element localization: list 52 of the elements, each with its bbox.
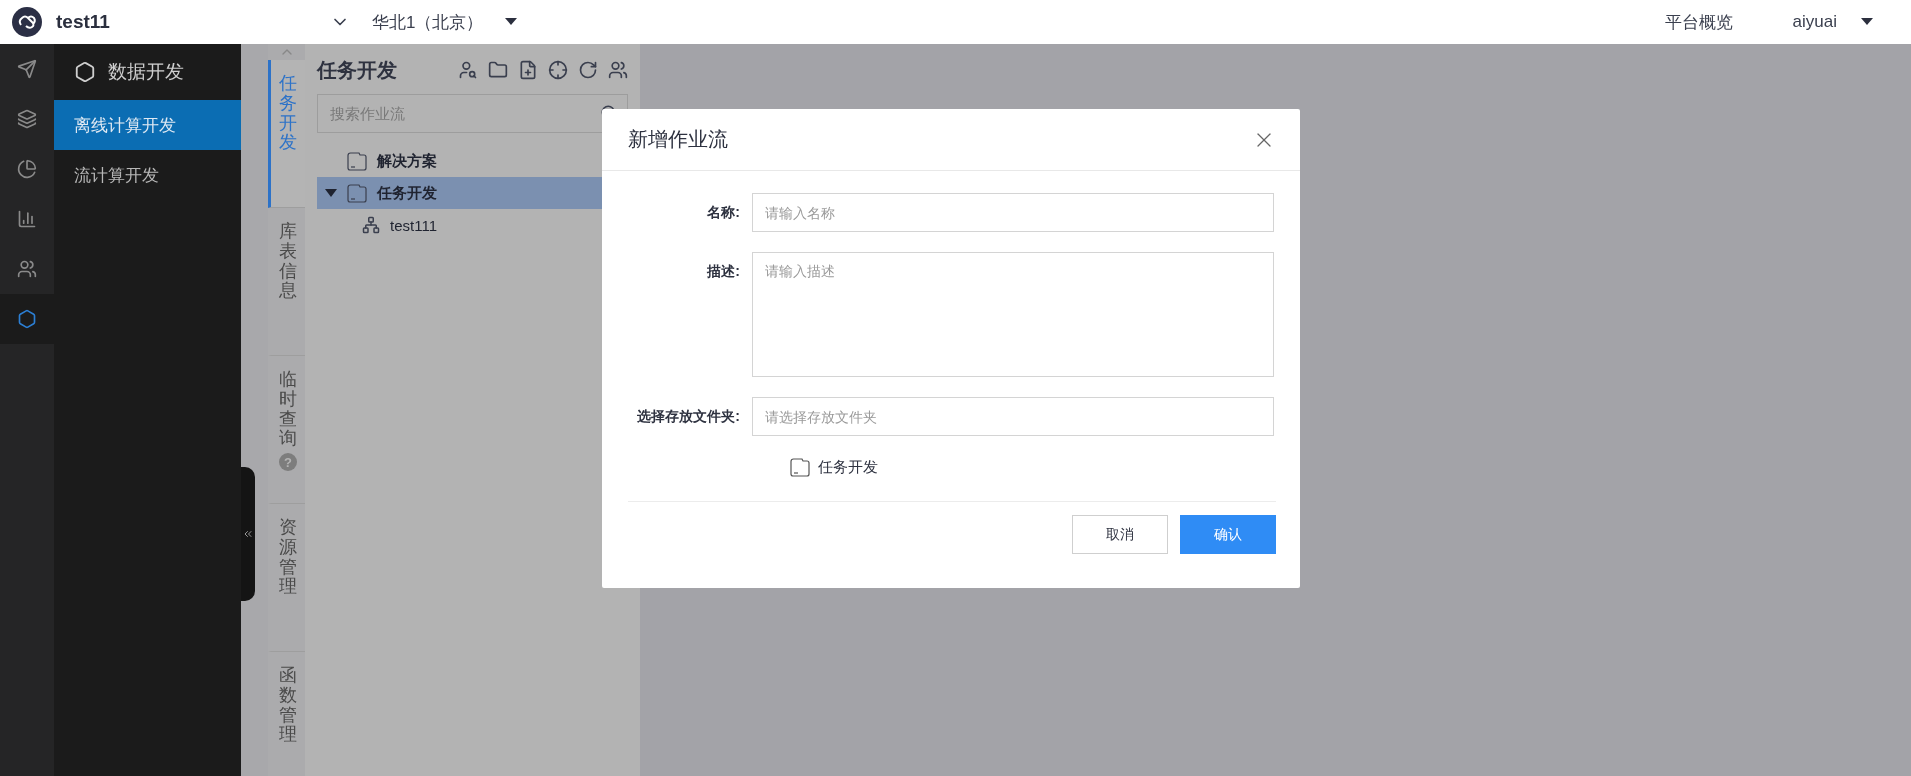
region-selector[interactable]: 华北1（北京）: [371, 10, 484, 34]
panel-title: 任务开发: [317, 57, 397, 83]
crosshair-icon[interactable]: [548, 60, 568, 80]
cancel-button[interactable]: 取消: [1072, 515, 1168, 554]
side-tab-label: 函数管理: [279, 666, 297, 746]
collapse-handle[interactable]: [241, 467, 255, 601]
hexagon-icon: [74, 61, 96, 83]
double-chevron-left-icon[interactable]: [242, 528, 254, 540]
sidebar-item[interactable]: 流计算开发: [54, 150, 241, 200]
textarea-field[interactable]: 请输入描述: [752, 252, 1274, 377]
folder-icon: [790, 458, 810, 477]
user-name[interactable]: aiyuai: [1792, 12, 1837, 32]
field-label: 描述:: [706, 262, 740, 281]
app-name: test11: [56, 11, 110, 33]
people-icon[interactable]: [608, 60, 628, 80]
layers-icon[interactable]: [17, 109, 37, 129]
sidebar-title: 数据开发: [108, 60, 184, 84]
side-tab-label: 库表信息: [279, 222, 297, 302]
caret-icon[interactable]: [1861, 18, 1873, 26]
bar-chart-icon[interactable]: [17, 209, 37, 229]
folder-option[interactable]: 任务开发: [818, 458, 878, 477]
tree-item-label: 解决方案: [377, 151, 437, 171]
expand-caret-icon[interactable]: [325, 188, 337, 198]
cloud-logo-icon: [12, 7, 42, 37]
tree-item-label: 任务开发: [377, 183, 437, 203]
file-plus-icon[interactable]: [518, 60, 538, 80]
people-icon[interactable]: [17, 259, 37, 279]
org-chart-icon: [362, 216, 380, 234]
pie-chart-icon[interactable]: [17, 159, 37, 179]
tree-item[interactable]: 解决方案: [317, 145, 628, 177]
dialog-title: 新增作业流: [628, 127, 728, 152]
tree-item[interactable]: test111: [317, 209, 628, 241]
tree-item-label: test111: [390, 216, 437, 234]
side-tab-label: 临时查询: [279, 370, 297, 450]
folder-icon: [347, 183, 367, 203]
nav-link[interactable]: 平台概览: [1664, 10, 1733, 34]
caret-icon[interactable]: [505, 18, 518, 26]
input-field[interactable]: 请输入名称: [752, 193, 1274, 232]
hexagon-icon[interactable]: [17, 309, 37, 329]
field-label: 选择存放文件夹:: [636, 407, 740, 426]
search-field[interactable]: 搜索作业流: [317, 94, 628, 133]
side-tab-label: 资源管理: [279, 518, 297, 598]
refresh-icon[interactable]: [578, 60, 598, 80]
folder-icon: [347, 151, 367, 171]
folder-icon[interactable]: [488, 60, 508, 80]
side-tab-label: 任务开发: [279, 74, 297, 154]
paper-plane-icon[interactable]: [17, 59, 37, 79]
field-label: 名称:: [706, 203, 740, 222]
sidebar-item[interactable]: 离线计算开发: [54, 100, 241, 150]
confirm-button[interactable]: 确认: [1180, 515, 1276, 554]
input-field[interactable]: 请选择存放文件夹: [752, 397, 1274, 436]
user-search-icon[interactable]: [458, 60, 478, 80]
